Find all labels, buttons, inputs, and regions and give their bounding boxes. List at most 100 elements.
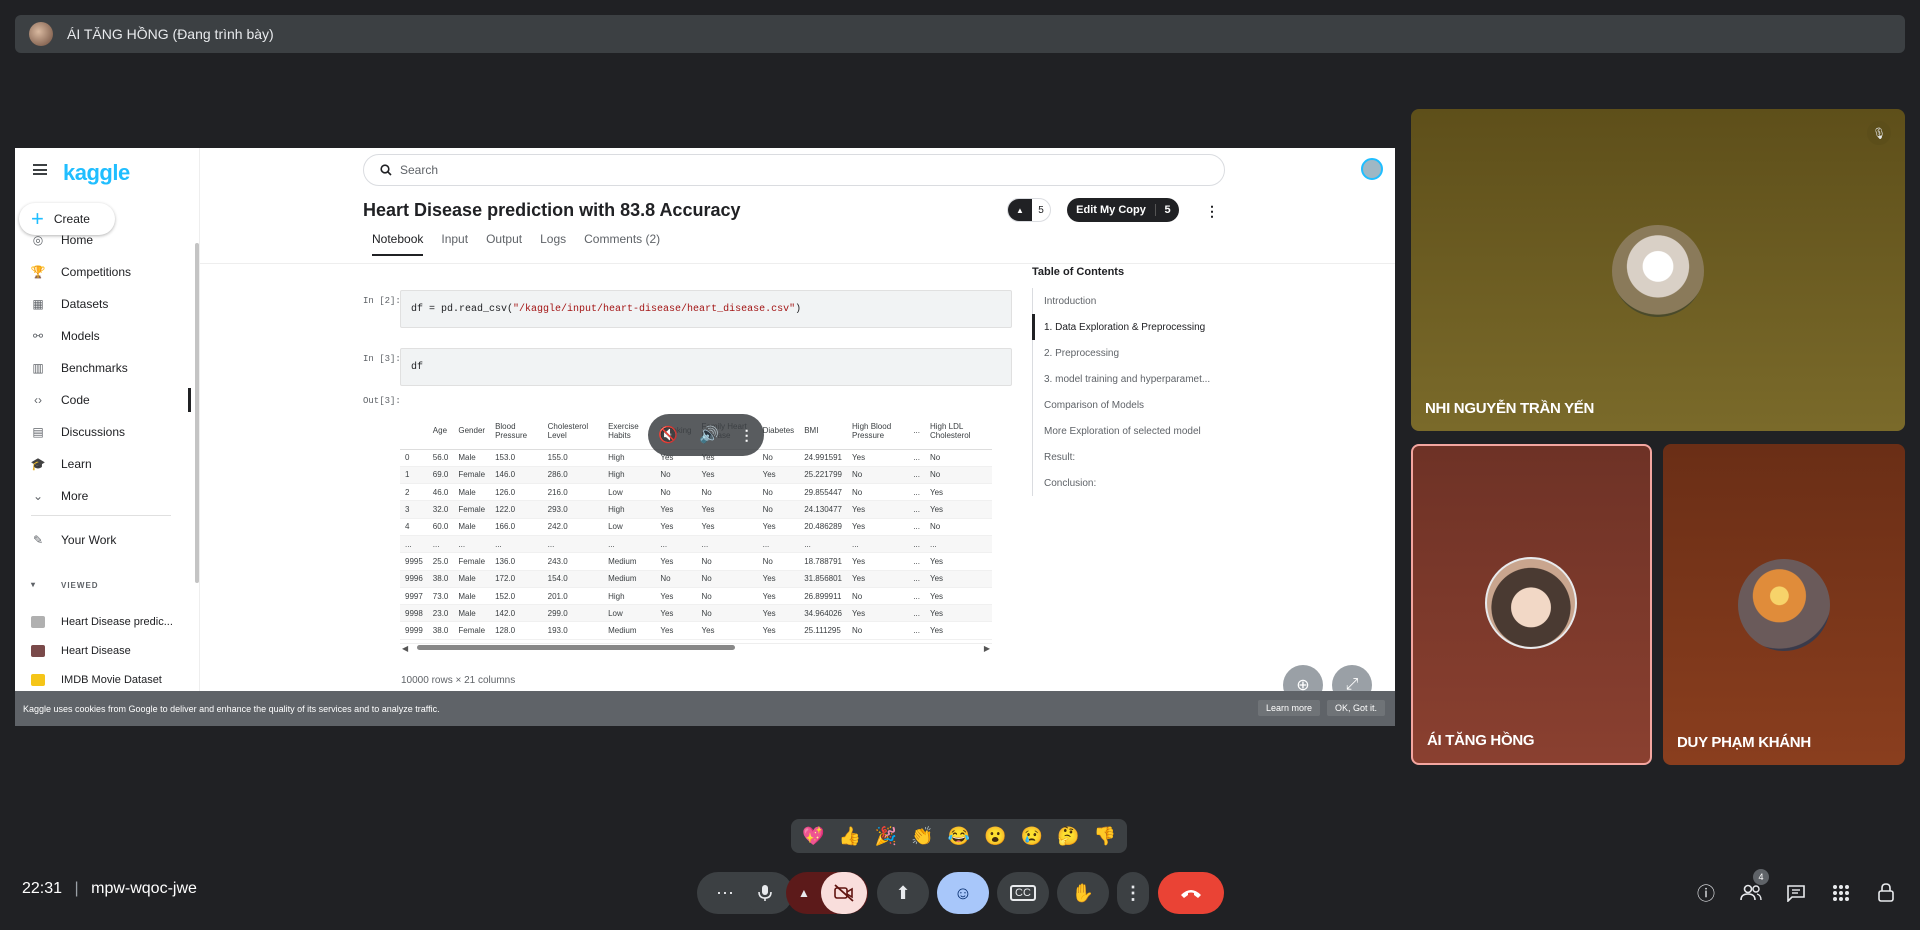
table-scrollbar[interactable]	[417, 645, 735, 650]
viewed-item[interactable]: Heart Disease predic...	[31, 612, 201, 632]
reaction-emoji[interactable]: 👎	[1094, 826, 1116, 847]
toc-item[interactable]: 2. Preprocessing	[1032, 340, 1232, 366]
participant-tile[interactable]: 🎙 NHI NGUYỄN TRẦN YẾN	[1411, 109, 1905, 431]
table-cell: No	[757, 483, 800, 502]
viewed-item[interactable]: Heart Disease	[31, 641, 201, 661]
table-cell: 9995	[400, 552, 428, 571]
sidebar-item-your-work[interactable]: ✎ Your Work	[15, 528, 185, 552]
table-cell: ...	[908, 570, 925, 588]
more-options-icon[interactable]: ⋮	[1205, 203, 1219, 220]
presenter-label: ÁI TĂNG HỒNG (Đang trình bày)	[67, 26, 274, 42]
toc-item[interactable]: Introduction	[1032, 288, 1232, 314]
scroll-right-icon[interactable]: ▶	[984, 644, 990, 653]
sidebar-item-datasets[interactable]: ▦ Datasets	[15, 292, 185, 316]
sidebar-item-more[interactable]: ⌄ More	[15, 484, 185, 508]
reaction-emoji[interactable]: 🤔	[1057, 826, 1079, 847]
reaction-emoji[interactable]: 💖	[802, 826, 824, 847]
clock: 22:31	[22, 880, 63, 897]
table-cell: Yes	[847, 604, 909, 623]
captions-button[interactable]: CC	[997, 872, 1049, 914]
sidebar-item-label: Datasets	[61, 297, 109, 311]
table-row: 9998 23.0 Male 142.0 299.0 Low Yes No Yes 34.9640…	[400, 604, 992, 623]
raise-hand-button[interactable]: ✋	[1057, 872, 1109, 914]
reaction-emoji[interactable]: 👍	[838, 826, 860, 847]
tab-input[interactable]: Input	[441, 232, 468, 256]
reaction-emoji[interactable]: 😂	[948, 826, 970, 847]
host-controls-icon[interactable]	[1872, 879, 1900, 907]
microphone-icon[interactable]	[745, 873, 785, 913]
toc-item[interactable]: More Exploration of selected model	[1032, 418, 1232, 444]
tab-logs[interactable]: Logs	[540, 232, 566, 256]
presenter-bar: ÁI TĂNG HỒNG (Đang trình bày)	[15, 15, 1905, 53]
code-cell[interactable]: df = pd.read_csv("/kaggle/input/heart-di…	[400, 290, 1012, 328]
mute-icon[interactable]: 🔇	[658, 425, 678, 445]
volume-icon[interactable]: 🔊	[699, 425, 719, 445]
emoji-button[interactable]: ☺	[937, 872, 989, 914]
scroll-left-icon[interactable]: ◀	[402, 644, 408, 653]
kaggle-logo[interactable]: kaggle	[63, 160, 130, 186]
reaction-emoji[interactable]: 👏	[911, 826, 933, 847]
models-icon: ⚯	[32, 329, 44, 343]
table-row: 9999 38.0 Female 128.0 193.0 Medium Yes Yes Yes 2…	[400, 621, 992, 640]
table-cell: Yes	[655, 604, 697, 623]
sidebar-item-models[interactable]: ⚯ Models	[15, 324, 185, 348]
chat-icon[interactable]	[1782, 879, 1810, 907]
table-cell: 286.0	[542, 466, 604, 485]
table-cell: 73.0	[427, 587, 454, 606]
chevron-up-icon[interactable]: ▲	[787, 886, 821, 900]
more-actions-button[interactable]: ⋮	[1117, 872, 1149, 914]
sidebar-scrollbar[interactable]	[195, 243, 199, 583]
learn-more-button[interactable]: Learn more	[1258, 700, 1321, 716]
table-cell: 1	[400, 466, 428, 485]
table-cell: No	[847, 466, 909, 485]
participant-tile-speaking[interactable]: ÁI TĂNG HỒNG	[1411, 444, 1652, 765]
activities-icon[interactable]	[1827, 879, 1855, 907]
user-avatar[interactable]	[1361, 158, 1383, 180]
present-screen-button[interactable]: ⬆	[877, 872, 929, 914]
chevron-down-icon: ⌄	[32, 489, 44, 503]
tab-comments[interactable]: Comments (2)	[584, 232, 660, 256]
toc-item[interactable]: Result:	[1032, 444, 1232, 470]
shared-screen: kaggle + Create ◎ Home 🏆 Competitions ▦ Datas…	[15, 148, 1395, 726]
toc-item[interactable]: Conclusion:	[1032, 470, 1232, 496]
table-cell: 4	[400, 518, 428, 536]
menu-icon[interactable]	[33, 164, 47, 175]
table-cell: Yes	[655, 587, 697, 606]
table-cell: Yes	[757, 570, 800, 588]
sidebar-item-code[interactable]: ‹› Code	[15, 388, 191, 412]
table-cell: High	[603, 466, 656, 485]
kebab-icon: ⋮	[1124, 882, 1142, 903]
sidebar-item-home[interactable]: ◎ Home	[15, 228, 185, 252]
ok-got-it-button[interactable]: OK, Got it.	[1327, 700, 1386, 716]
table-cell: Male	[453, 587, 491, 606]
sidebar-item-discussions[interactable]: ▤ Discussions	[15, 420, 185, 444]
edit-copy-button[interactable]: Edit My Copy 5	[1067, 198, 1179, 222]
participant-tile[interactable]: DUY PHẠM KHÁNH	[1663, 444, 1905, 765]
code-cell[interactable]: df	[400, 348, 1012, 386]
end-call-button[interactable]	[1158, 872, 1224, 914]
upvote-button[interactable]: ▲ 5	[1007, 198, 1051, 222]
tab-notebook[interactable]: Notebook	[372, 232, 424, 256]
sidebar-item-learn[interactable]: 🎓 Learn	[15, 452, 185, 476]
camera-off-icon[interactable]	[821, 872, 867, 914]
info-icon[interactable]: ⓘ	[1692, 879, 1720, 907]
viewed-item[interactable]: IMDB Movie Dataset	[31, 670, 201, 690]
table-cell: 122.0	[490, 500, 543, 519]
tab-output[interactable]: Output	[486, 232, 522, 256]
toc-item[interactable]: Comparison of Models	[1032, 392, 1232, 418]
table-cell: 136.0	[490, 552, 543, 571]
reaction-emoji[interactable]: 😢	[1021, 826, 1043, 847]
reaction-emoji[interactable]: 🎉	[875, 826, 897, 847]
toc-item[interactable]: 1. Data Exploration & Preprocessing	[1032, 314, 1232, 340]
table-cell: 201.0	[542, 587, 604, 606]
reaction-emoji[interactable]: 😮	[984, 826, 1006, 847]
toc-item[interactable]: 3. model training and hyperparamet...	[1032, 366, 1232, 392]
more-icon[interactable]: ⋮	[740, 427, 754, 444]
search-bar[interactable]: Search	[363, 154, 1225, 186]
meeting-code: mpw-wqoc-jwe	[91, 880, 197, 897]
sidebar-item-benchmarks[interactable]: ▥ Benchmarks	[15, 356, 185, 380]
more-options-icon[interactable]: ⋯	[705, 883, 745, 904]
people-icon[interactable]: 4	[1737, 869, 1769, 907]
sidebar-item-competitions[interactable]: 🏆 Competitions	[15, 260, 185, 284]
table-cell: ...	[908, 483, 925, 502]
